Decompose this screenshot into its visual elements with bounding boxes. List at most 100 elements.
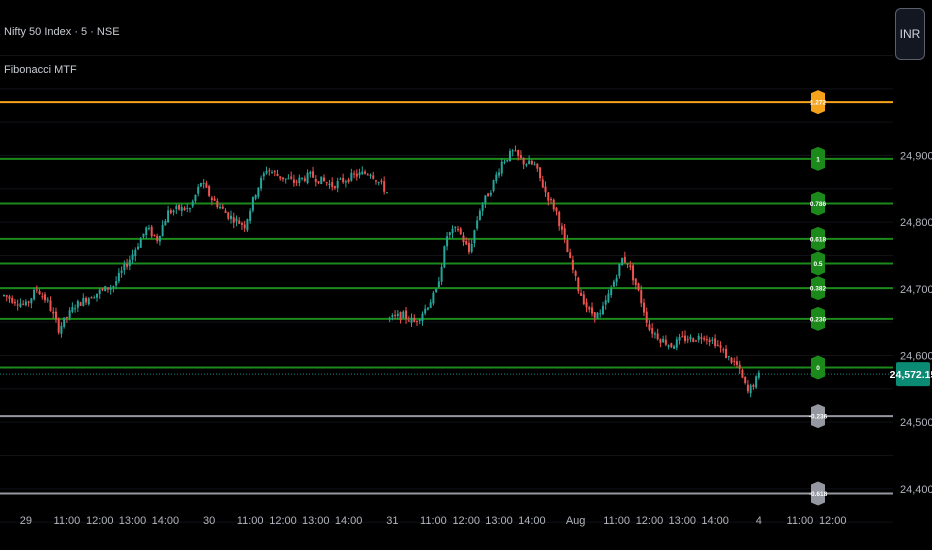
candle-body — [364, 171, 367, 174]
candle-body — [446, 236, 449, 247]
candle-body — [314, 179, 317, 182]
candle-body — [519, 155, 522, 158]
candle-body — [137, 246, 140, 250]
time-tick-label: 13:00 — [302, 515, 330, 527]
candle-body — [347, 179, 350, 182]
candle-body — [746, 384, 749, 392]
candle-body — [63, 317, 66, 327]
candle-body — [60, 325, 63, 334]
time-tick-label: 14:00 — [701, 515, 729, 527]
candle-body — [161, 225, 164, 237]
candle-body — [117, 272, 120, 282]
candle-body — [38, 291, 41, 295]
candle-body — [188, 208, 191, 210]
candle-body — [651, 328, 654, 334]
candle-body — [35, 289, 38, 291]
price-chart[interactable]: 1.272 1 0.786 0.618 0.5 0.382 0.236 0 -0.236 -0.6… — [0, 0, 932, 550]
candle-body — [599, 313, 602, 315]
candle-body — [738, 364, 741, 369]
candle-body — [85, 297, 88, 303]
candle-body — [612, 281, 615, 287]
candle-body — [470, 243, 473, 252]
candle-body — [22, 303, 25, 305]
time-tick-label: 11:00 — [787, 515, 814, 527]
candle-body — [522, 157, 525, 165]
candle-body — [399, 311, 402, 321]
candle-body — [202, 182, 205, 184]
candle-body — [260, 177, 263, 189]
candle-body — [541, 179, 544, 188]
candle-body — [213, 198, 216, 201]
candle-body — [659, 339, 662, 343]
candle-body — [268, 170, 271, 172]
candle-body — [336, 180, 339, 189]
candle-body — [3, 295, 5, 297]
candle-body — [585, 302, 588, 308]
fib-badge-label: 0.5 — [813, 261, 822, 268]
candle-body — [426, 307, 429, 310]
candle-body — [344, 181, 347, 183]
candle-body — [322, 177, 325, 182]
candle-body — [106, 287, 109, 290]
candle-body — [353, 173, 356, 175]
candle-body — [197, 186, 200, 194]
candle-body — [705, 339, 708, 341]
symbol-title[interactable]: Nifty 50 Index · 5 · NSE — [4, 26, 120, 38]
candle-body — [142, 233, 145, 237]
time-axis[interactable]: 29 11:00 12:00 13:00 14:00 30 11:00 12:00 13:00 1… — [20, 515, 847, 527]
candle-body — [57, 319, 60, 333]
candle-body — [708, 339, 711, 343]
candle-body — [692, 338, 695, 342]
candle-body — [388, 317, 391, 319]
candle-body — [418, 319, 421, 321]
candle-body — [440, 266, 443, 282]
candle-body — [377, 182, 380, 184]
candle-body — [30, 298, 33, 304]
price-axis[interactable]: 24,900.00 24,800.00 24,700.00 24,600.00 24,5… — [890, 151, 932, 496]
price-tick-label: 24,800.00 — [900, 217, 932, 229]
candle-body — [41, 296, 44, 298]
candle-body — [361, 171, 364, 175]
time-tick-label: 12:00 — [269, 515, 297, 527]
candle-body — [476, 220, 479, 229]
candle-body — [487, 193, 490, 197]
candle-body — [454, 227, 457, 229]
candle-body — [147, 228, 150, 230]
indicator-title[interactable]: Fibonacci MTF — [4, 64, 77, 76]
time-tick-label: 11:00 — [237, 515, 264, 527]
candle-body — [172, 210, 175, 213]
candle-body — [230, 215, 233, 219]
candle-body — [112, 286, 115, 288]
candle-body — [44, 294, 47, 301]
candle-body — [391, 315, 394, 317]
candle-body — [93, 297, 96, 299]
candle-body — [366, 174, 369, 176]
candle-body — [331, 181, 334, 188]
candle-body — [684, 335, 687, 342]
time-tick-label: 31 — [386, 515, 398, 527]
candle-body — [514, 150, 517, 152]
candle-body — [478, 210, 481, 220]
candle-body — [681, 336, 684, 338]
candle-body — [312, 171, 315, 178]
candle-body — [574, 271, 577, 276]
candle-body — [156, 235, 159, 241]
candle-body — [292, 179, 295, 184]
candle-body — [90, 297, 93, 299]
candle-body — [670, 343, 673, 348]
candle-body — [383, 181, 386, 192]
candle-body — [355, 173, 358, 177]
candle-body — [65, 317, 68, 319]
candle-body — [74, 308, 77, 310]
candle-body — [131, 254, 134, 260]
candle-body — [467, 243, 470, 253]
candle-body — [443, 246, 446, 268]
candle-body — [544, 186, 547, 193]
candle-body — [656, 333, 659, 340]
candle-body — [219, 206, 222, 209]
currency-button[interactable]: INR — [895, 8, 925, 60]
candle-body — [492, 180, 495, 191]
candle-body — [615, 277, 618, 282]
fib-badge-label: 1.272 — [810, 100, 827, 107]
candle-body — [637, 283, 640, 291]
